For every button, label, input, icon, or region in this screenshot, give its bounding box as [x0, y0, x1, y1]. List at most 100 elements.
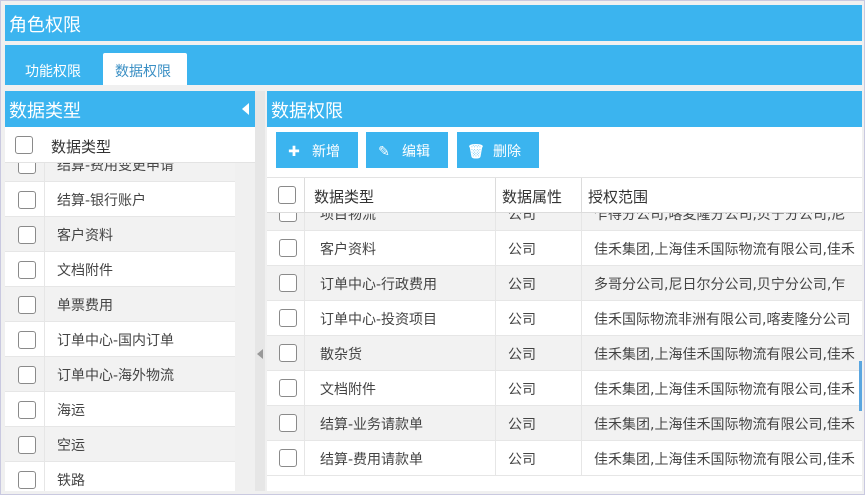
- edit-icon: ✎: [378, 144, 390, 160]
- cell-attr: 公司: [496, 231, 582, 266]
- collapse-arrow-icon[interactable]: [257, 349, 263, 359]
- table-row[interactable]: 订单中心-投资项目 公司 佳禾国际物流非洲有限公司,喀麦隆分公司: [267, 301, 862, 336]
- row-checkbox-cell: [267, 266, 305, 301]
- row-checkbox-cell: [267, 371, 305, 406]
- column-header-attr[interactable]: 数据属性: [496, 178, 582, 214]
- grid-select-all-checkbox[interactable]: [278, 186, 296, 204]
- collapse-left-icon[interactable]: [242, 103, 249, 115]
- window-title: 角色权限: [5, 5, 862, 41]
- row-checkbox[interactable]: [279, 274, 297, 292]
- row-checkbox-cell: [267, 231, 305, 266]
- list-item-checkbox-cell: [5, 392, 45, 427]
- list-item-checkbox[interactable]: [18, 331, 36, 349]
- list-item-checkbox-cell: [5, 462, 45, 491]
- cell-type: 客户资料: [305, 231, 496, 266]
- data-type-list-scrollbar[interactable]: [235, 163, 255, 491]
- data-permission-panel-title: 数据权限: [271, 101, 343, 122]
- list-item-checkbox[interactable]: [18, 226, 36, 244]
- list-item[interactable]: 文档附件: [5, 252, 235, 287]
- cell-type: 项目物流: [305, 213, 496, 231]
- list-item-checkbox[interactable]: [18, 163, 36, 174]
- data-type-panel-header: 数据类型: [5, 91, 255, 127]
- list-item[interactable]: 单票费用: [5, 287, 235, 322]
- list-item[interactable]: 铁路: [5, 462, 235, 491]
- list-item-checkbox[interactable]: [18, 471, 36, 489]
- list-item-label: 客户资料: [57, 228, 113, 244]
- table-row[interactable]: 客户资料 公司 佳禾集团,上海佳禾国际物流有限公司,佳禾: [267, 231, 862, 266]
- row-checkbox[interactable]: [279, 309, 297, 327]
- row-checkbox[interactable]: [279, 414, 297, 432]
- row-checkbox[interactable]: [279, 449, 297, 467]
- table-row[interactable]: 结算-费用请款单 公司 佳禾集团,上海佳禾国际物流有限公司,佳禾: [267, 441, 862, 476]
- row-checkbox-cell: [267, 441, 305, 476]
- list-item[interactable]: 结算-费用变更申请: [5, 163, 235, 182]
- row-checkbox[interactable]: [279, 239, 297, 257]
- row-checkbox-cell: [267, 301, 305, 336]
- table-row[interactable]: 散杂货 公司 佳禾集团,上海佳禾国际物流有限公司,佳禾: [267, 336, 862, 371]
- list-item[interactable]: 空运: [5, 427, 235, 462]
- edit-button-label: 编辑: [402, 144, 430, 160]
- plus-icon: ✚: [288, 144, 300, 160]
- list-item[interactable]: 客户资料: [5, 217, 235, 252]
- cell-type: 订单中心-投资项目: [305, 301, 496, 336]
- cell-scope: 佳禾集团,上海佳禾国际物流有限公司,佳禾: [594, 452, 855, 468]
- cell-scope: 佳禾集团,上海佳禾国际物流有限公司,佳禾: [594, 347, 855, 363]
- cell-scope: 佳禾集团,上海佳禾国际物流有限公司,佳禾: [594, 382, 855, 398]
- row-checkbox[interactable]: [279, 213, 297, 222]
- list-item-label: 空运: [57, 438, 85, 454]
- tab-strip: 功能权限 数据权限: [5, 45, 862, 85]
- list-item-checkbox[interactable]: [18, 436, 36, 454]
- column-header-type[interactable]: 数据类型: [305, 178, 496, 214]
- row-checkbox[interactable]: [279, 379, 297, 397]
- cell-scope: 佳禾集团,上海佳禾国际物流有限公司,佳禾: [594, 417, 855, 433]
- add-button[interactable]: ✚ 新增: [276, 132, 358, 168]
- select-all-checkbox[interactable]: [15, 136, 33, 154]
- list-item-checkbox[interactable]: [18, 261, 36, 279]
- data-type-column-label: 数据类型: [51, 138, 112, 156]
- list-item-label: 结算-银行账户: [57, 193, 147, 209]
- column-header-scope[interactable]: 授权范围: [582, 178, 862, 214]
- right-scrollbar[interactable]: [859, 361, 862, 411]
- tab-function-permission[interactable]: 功能权限: [13, 53, 105, 85]
- cell-attr: 公司: [496, 336, 582, 371]
- delete-button[interactable]: 🗑 删除: [457, 132, 539, 168]
- row-checkbox-cell: [267, 213, 305, 231]
- panel-splitter[interactable]: [255, 91, 265, 491]
- list-item-checkbox-cell: [5, 217, 45, 252]
- cell-attr: 公司: [496, 213, 582, 231]
- add-button-label: 新增: [312, 144, 340, 160]
- table-row[interactable]: 文档附件 公司 佳禾集团,上海佳禾国际物流有限公司,佳禾: [267, 371, 862, 406]
- list-item[interactable]: 订单中心-海外物流: [5, 357, 235, 392]
- list-item-checkbox[interactable]: [18, 296, 36, 314]
- list-item-checkbox[interactable]: [18, 191, 36, 209]
- list-item-checkbox-cell: [5, 322, 45, 357]
- cell-scope: 乍得分公司,喀麦隆分公司,贝宁分公司,尼: [594, 213, 846, 223]
- delete-button-label: 删除: [493, 144, 521, 160]
- edit-button[interactable]: ✎ 编辑: [366, 132, 448, 168]
- trash-icon: 🗑: [467, 144, 485, 160]
- table-row[interactable]: 订单中心-行政费用 公司 多哥分公司,尼日尔分公司,贝宁分公司,乍: [267, 266, 862, 301]
- grid-header: 数据类型 数据属性 授权范围: [267, 177, 862, 214]
- list-item[interactable]: 订单中心-国内订单: [5, 322, 235, 357]
- table-row[interactable]: 项目物流 公司 乍得分公司,喀麦隆分公司,贝宁分公司,尼: [267, 213, 862, 231]
- list-item-label: 文档附件: [57, 263, 113, 279]
- data-type-panel: 数据类型 数据类型 结算-费用变更申请结算-银行账户 客户资料文档附件单票费用订单…: [5, 91, 255, 491]
- cell-type: 散杂货: [305, 336, 496, 371]
- list-item[interactable]: 海运: [5, 392, 235, 427]
- list-item-checkbox[interactable]: [18, 366, 36, 384]
- grid-select-all-cell: [267, 178, 305, 214]
- list-item-label: 单票费用: [57, 298, 113, 314]
- table-row[interactable]: 结算-业务请款单 公司 佳禾集团,上海佳禾国际物流有限公司,佳禾: [267, 406, 862, 441]
- cell-scope: 多哥分公司,尼日尔分公司,贝宁分公司,乍: [594, 277, 846, 293]
- list-item-checkbox-cell: [5, 182, 45, 217]
- list-item[interactable]: 结算-银行账户: [5, 182, 235, 217]
- tab-data-permission[interactable]: 数据权限: [103, 53, 187, 85]
- list-item-label: 海运: [57, 403, 85, 419]
- app-window: 角色权限 功能权限 数据权限 数据类型 数据类型 结算-费用变更申请结算-银行账…: [0, 0, 865, 495]
- list-item-label: 结算-费用变更申请: [57, 163, 175, 174]
- cell-attr: 公司: [496, 371, 582, 406]
- list-item-checkbox[interactable]: [18, 401, 36, 419]
- row-checkbox[interactable]: [279, 344, 297, 362]
- data-type-list: 结算-费用变更申请结算-银行账户 客户资料文档附件单票费用订单中心-国内订单 订单中…: [5, 163, 235, 491]
- toolbar: ✚ 新增 ✎ 编辑 🗑 删除: [267, 127, 862, 171]
